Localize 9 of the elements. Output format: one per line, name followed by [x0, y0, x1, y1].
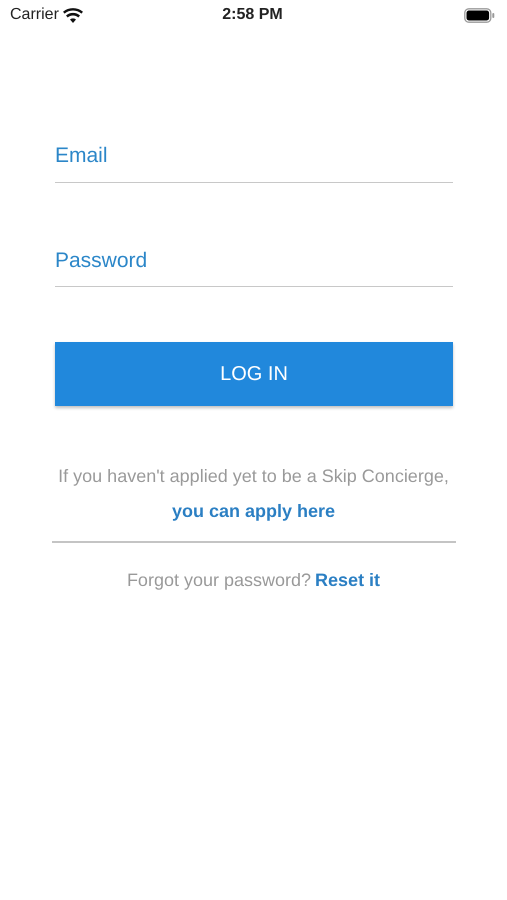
carrier-label: Carrier	[10, 5, 59, 25]
reset-link[interactable]: Reset it	[315, 567, 380, 594]
apply-prompt: If you haven't applied yet to be a Skip Concierge,	[57, 465, 450, 488]
forgot-password-text: Forgot your password?	[126, 569, 312, 592]
wifi-icon	[62, 8, 83, 22]
battery-icon	[464, 8, 495, 22]
login-button[interactable]: LOG IN	[55, 342, 453, 406]
apply-link[interactable]: you can apply here	[172, 501, 336, 521]
clock-time: 2:58 PM	[222, 5, 283, 25]
